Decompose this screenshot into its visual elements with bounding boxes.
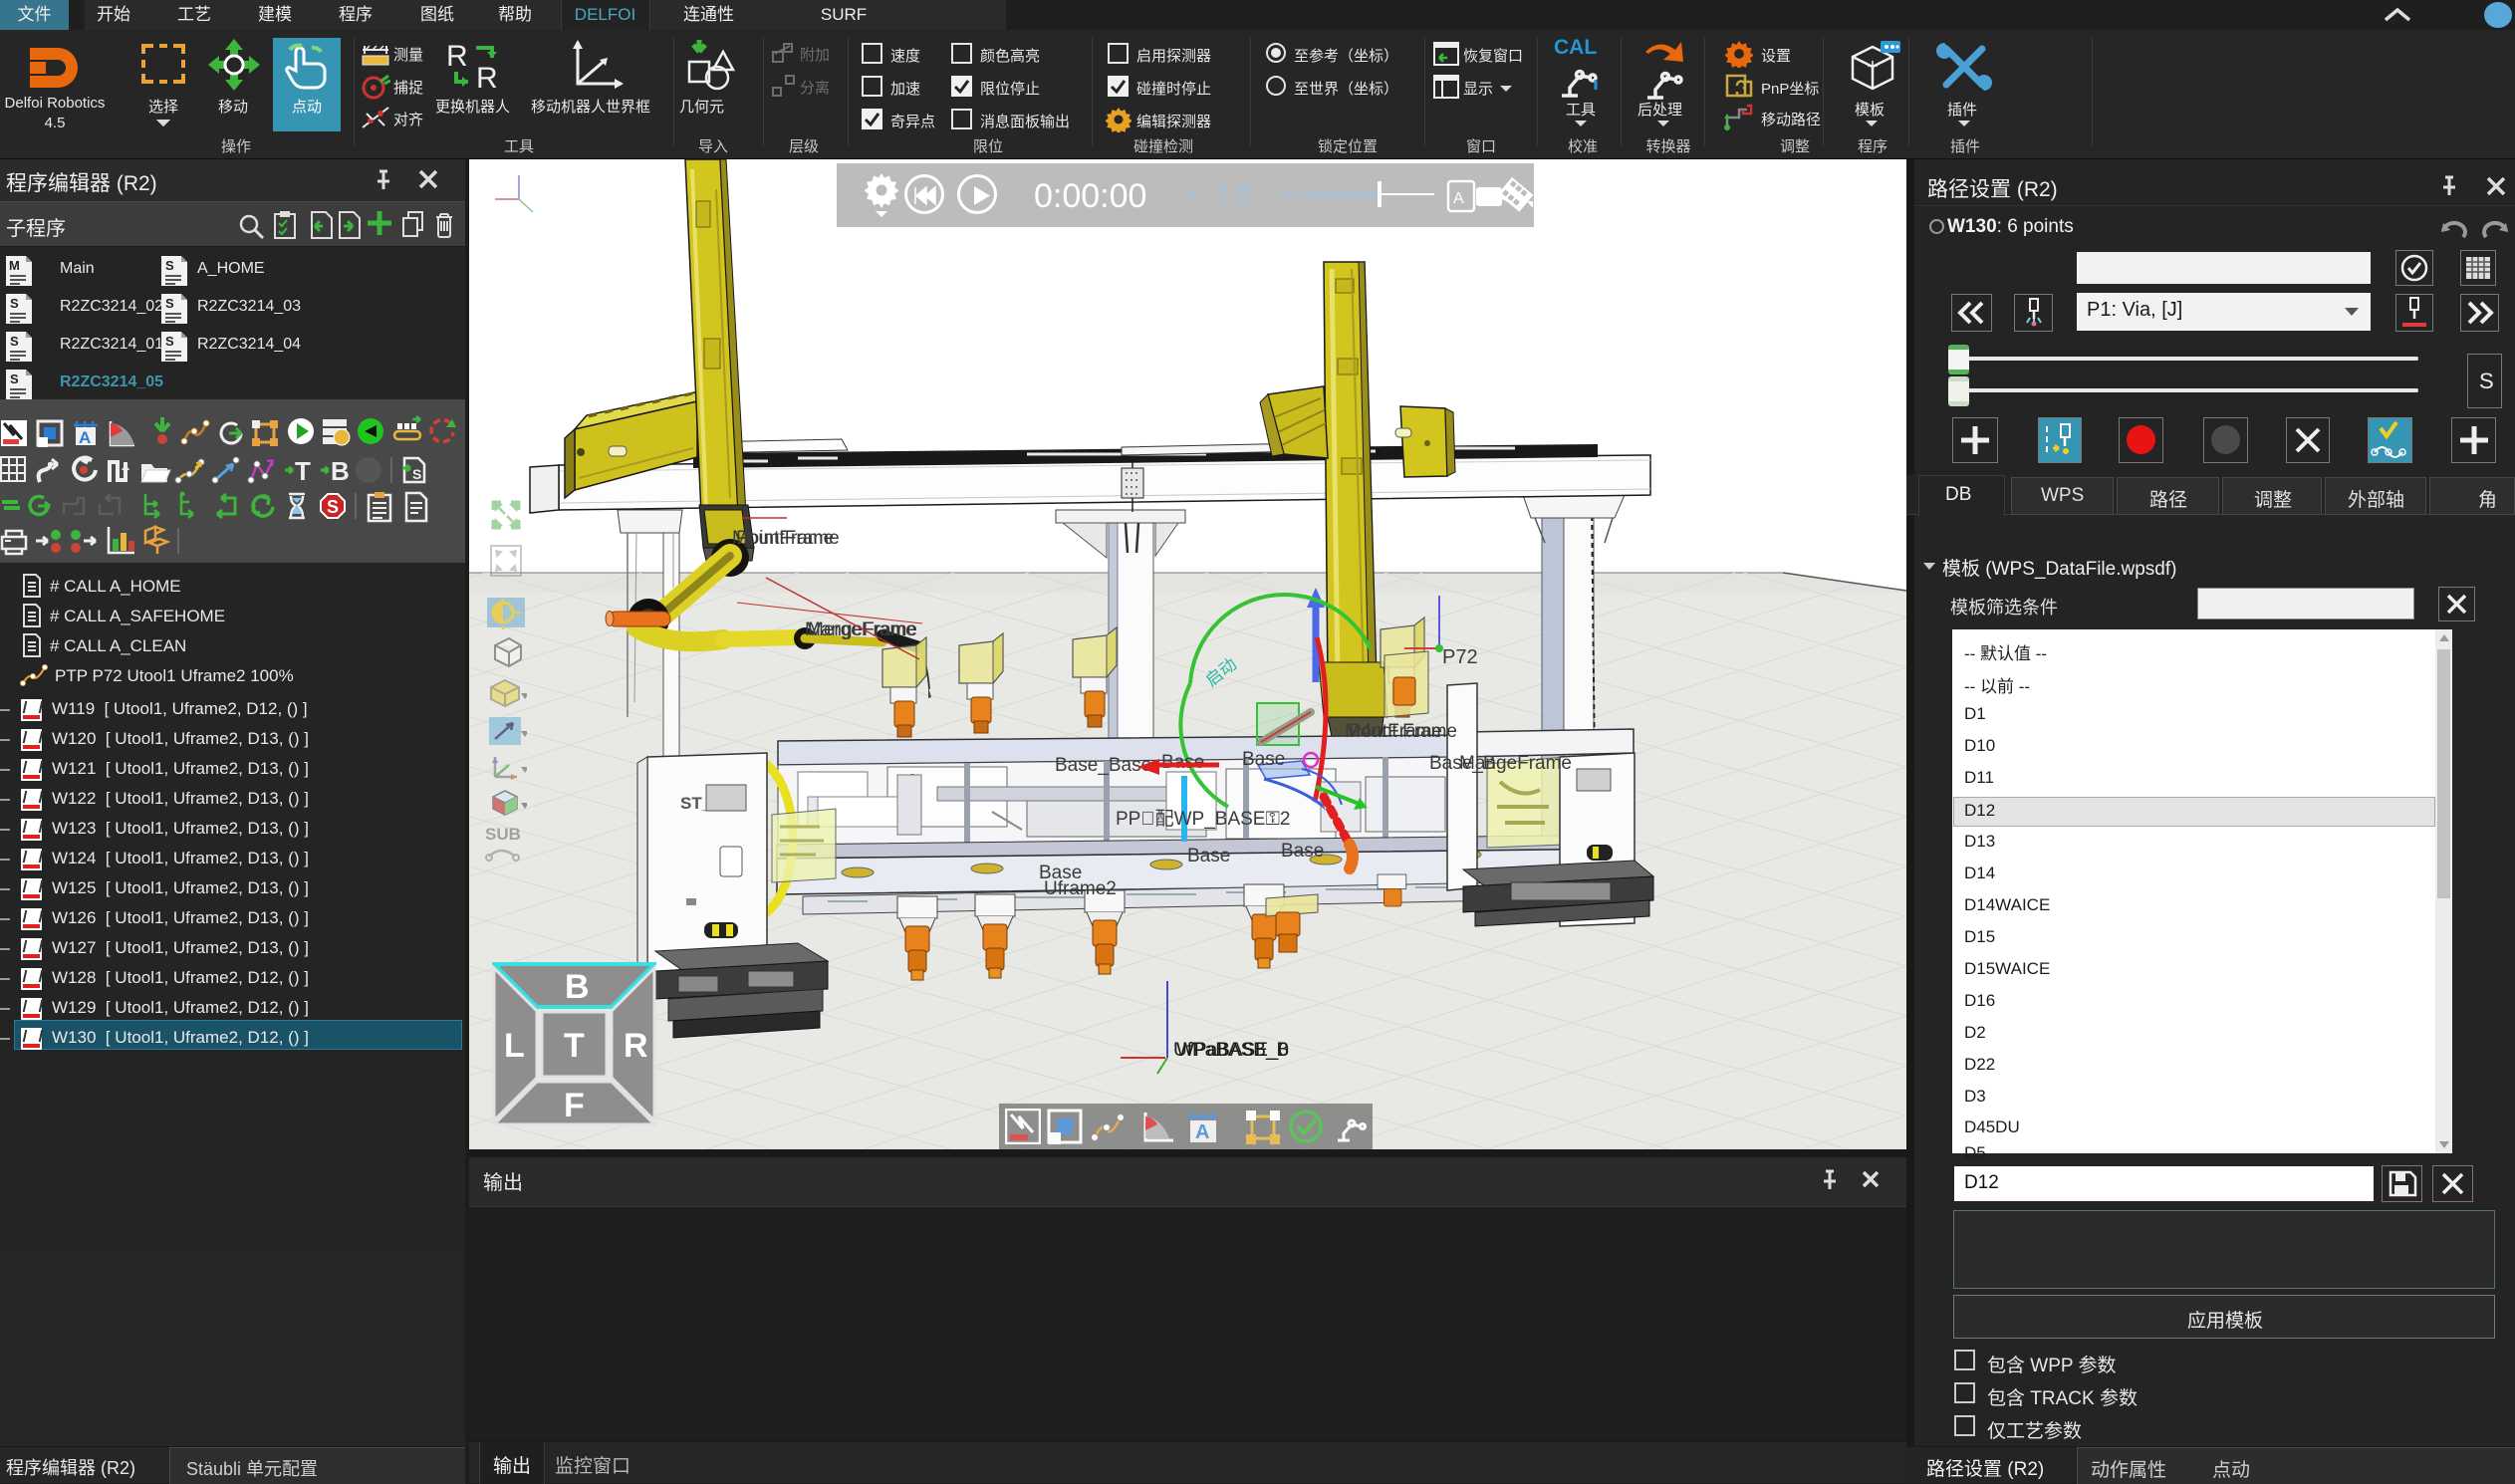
svg-text:Base: Base xyxy=(1281,841,1324,862)
svg-text:B: B xyxy=(565,968,590,1006)
svg-text:A: A xyxy=(1453,190,1464,207)
svg-text:R: R xyxy=(624,1027,648,1065)
svg-text:M: M xyxy=(9,258,20,273)
svg-text:S: S xyxy=(327,497,339,517)
svg-text:PP配WP_BASE⚿2: PP配WP_BASE⚿2 xyxy=(1116,809,1291,830)
svg-text:S: S xyxy=(165,334,174,349)
svg-text:Uframe2: Uframe2 xyxy=(1044,878,1117,899)
svg-text:L: L xyxy=(504,1027,525,1065)
svg-text:MangeFrame: MangeFrame xyxy=(1459,753,1572,774)
svg-text:PointFrame: PointFrame xyxy=(736,528,834,549)
svg-text:S: S xyxy=(10,296,19,311)
svg-text:P72: P72 xyxy=(1442,646,1478,668)
svg-text:WPaBASE_0: WPaBASE_0 xyxy=(1176,1040,1289,1061)
svg-text:R: R xyxy=(476,62,498,94)
svg-text:S: S xyxy=(10,334,19,349)
svg-text:Base: Base xyxy=(1187,846,1230,866)
svg-text:T: T xyxy=(295,456,311,486)
svg-text:F: F xyxy=(564,1087,585,1124)
svg-text:Base: Base xyxy=(1242,749,1285,770)
svg-text:S: S xyxy=(165,258,174,273)
svg-text:S: S xyxy=(165,296,174,311)
svg-text:A: A xyxy=(1195,1121,1209,1143)
svg-text:S: S xyxy=(412,466,421,482)
svg-text:A: A xyxy=(79,428,91,447)
svg-text:R: R xyxy=(446,40,468,73)
svg-text:MergeFrame: MergeFrame xyxy=(808,619,916,640)
svg-text:B: B xyxy=(331,456,350,486)
svg-text:Base_Base: Base_Base xyxy=(1055,755,1151,776)
svg-text:P4ntFrame: P4ntFrame xyxy=(1349,721,1442,742)
svg-text:S: S xyxy=(10,371,19,386)
svg-text:T: T xyxy=(564,1027,585,1065)
